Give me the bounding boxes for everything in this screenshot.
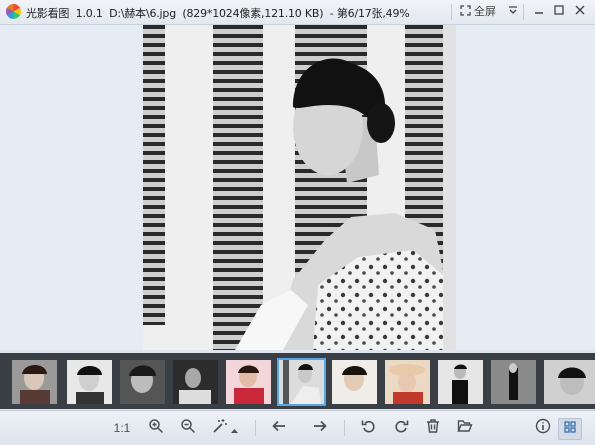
arrow-left-icon xyxy=(272,420,285,432)
rotate-left-icon xyxy=(361,420,375,433)
thumbnail-image xyxy=(226,360,271,404)
thumbnail-image xyxy=(491,360,536,404)
file-path: D:\赫本\6.jpg xyxy=(109,7,176,20)
caret-up-icon xyxy=(231,429,239,433)
thumbnail-image xyxy=(332,360,377,404)
portrait-photo xyxy=(143,25,456,350)
image-position: - 第6/17张,49% xyxy=(329,7,410,20)
rotate-right-button[interactable] xyxy=(390,418,412,438)
thumbnail[interactable] xyxy=(226,360,271,404)
fullscreen-icon xyxy=(460,5,471,16)
rotate-left-button[interactable] xyxy=(358,418,380,438)
zoom-in-button[interactable] xyxy=(145,418,167,438)
fullscreen-label: 全屏 xyxy=(474,6,497,18)
thumbnail[interactable] xyxy=(67,360,112,404)
thumbnail-strip xyxy=(0,353,595,409)
minimize-button[interactable] xyxy=(529,3,549,21)
bottom-toolbar: 1:1 xyxy=(0,410,595,445)
menu-button[interactable] xyxy=(506,3,520,21)
close-button[interactable] xyxy=(570,3,590,21)
main-photo xyxy=(143,25,456,350)
app-logo-icon xyxy=(6,4,21,19)
title-separator xyxy=(451,4,452,20)
thumbnail[interactable] xyxy=(12,360,57,404)
thumbnail[interactable] xyxy=(173,360,218,404)
thumbnail[interactable] xyxy=(120,360,165,404)
thumbnail-image xyxy=(279,360,324,404)
zoom-in-icon xyxy=(149,419,164,434)
maximize-button[interactable] xyxy=(549,3,569,21)
delete-button[interactable] xyxy=(422,418,444,438)
file-info: (829*1024像素,121.10 KB) xyxy=(182,7,324,20)
thumbnail-image xyxy=(385,360,430,404)
thumbnail-image xyxy=(544,360,595,404)
minimize-icon xyxy=(535,12,543,14)
thumbnail-image xyxy=(120,360,165,404)
magic-wand-icon xyxy=(212,419,227,433)
app-version: 1.0.1 xyxy=(75,7,103,20)
arrow-right-icon xyxy=(314,420,327,432)
window-title: 光影看图 1.0.1 D:\赫本\6.jpg (829*1024像素,121.1… xyxy=(26,5,410,21)
app-name: 光影看图 xyxy=(26,7,70,20)
grid-icon xyxy=(564,421,576,433)
info-button[interactable] xyxy=(532,418,554,438)
next-button[interactable] xyxy=(309,418,331,438)
zoom-out-icon xyxy=(181,419,196,434)
folder-open-icon xyxy=(457,420,473,432)
menu-dropdown-icon xyxy=(509,6,517,14)
thumbnail[interactable] xyxy=(491,360,536,404)
thumbnail[interactable] xyxy=(438,360,483,404)
actual-size-button[interactable]: 1:1 xyxy=(110,418,134,438)
open-folder-button[interactable] xyxy=(454,418,476,438)
magic-tools-button[interactable] xyxy=(208,418,242,438)
thumbnail-image xyxy=(173,360,218,404)
image-viewer[interactable] xyxy=(0,25,595,350)
info-icon xyxy=(535,418,551,434)
title-separator xyxy=(523,4,524,20)
zoom-out-button[interactable] xyxy=(177,418,199,438)
toolbar-separator xyxy=(344,420,345,436)
thumbnail[interactable] xyxy=(385,360,430,404)
thumbnail[interactable] xyxy=(544,360,595,404)
thumbnail-image xyxy=(438,360,483,404)
thumbnail-view-button[interactable] xyxy=(558,418,582,440)
fullscreen-button[interactable]: 全屏 xyxy=(455,3,501,21)
maximize-icon xyxy=(554,5,564,15)
thumbnail-selected[interactable] xyxy=(277,358,326,406)
previous-button[interactable] xyxy=(268,418,290,438)
thumbnail[interactable] xyxy=(332,360,377,404)
rotate-right-icon xyxy=(395,420,409,433)
trash-icon xyxy=(427,419,439,433)
toolbar-separator xyxy=(255,420,256,436)
thumbnail-image xyxy=(12,360,57,404)
close-icon xyxy=(575,5,585,15)
title-bar: 光影看图 1.0.1 D:\赫本\6.jpg (829*1024像素,121.1… xyxy=(0,0,595,25)
thumbnail-image xyxy=(67,360,112,404)
